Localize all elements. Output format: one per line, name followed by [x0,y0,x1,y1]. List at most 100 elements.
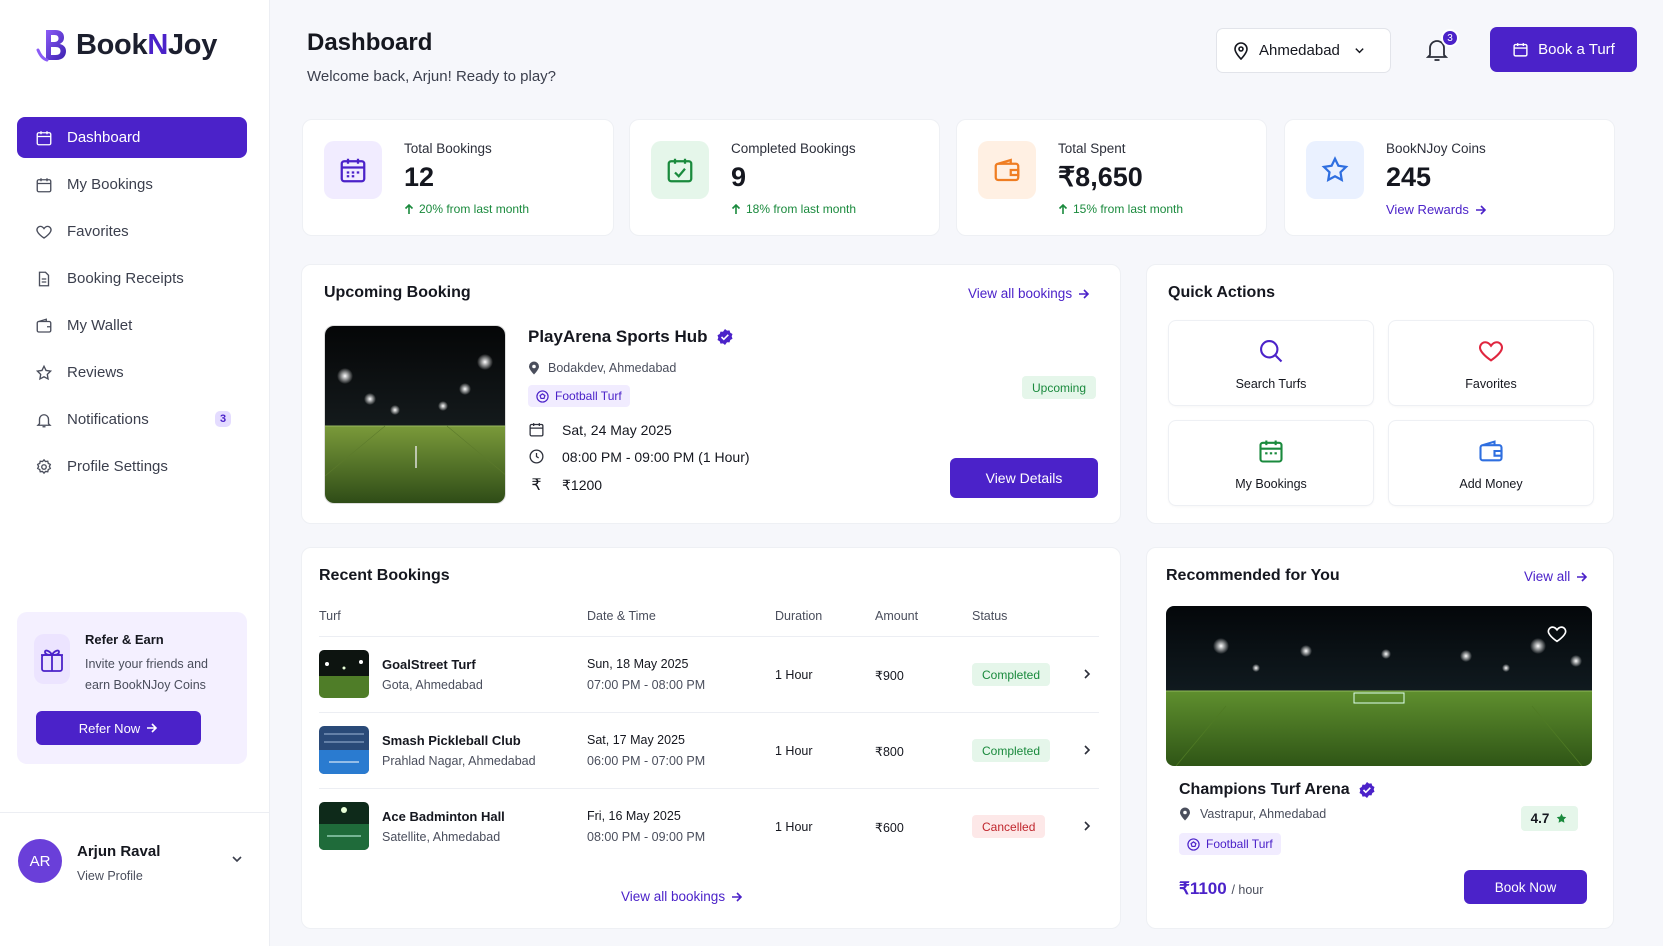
arrow-right-icon [732,891,743,902]
turf-thumbnail [319,726,369,774]
stat-value: 12 [404,162,435,192]
sidebar-item-label: Notifications [67,411,149,428]
location-selector[interactable]: Ahmedabad [1216,28,1391,73]
refer-now-button[interactable]: Refer Now [36,711,201,745]
sidebar-item-reviews[interactable]: Reviews [17,352,247,393]
sidebar-item-notifications[interactable]: Notifications 3 [17,399,247,440]
row-time: 07:00 PM - 08:00 PM [587,678,706,692]
stat-value: 245 [1386,162,1432,192]
turf-type-tag: Football Turf [1179,833,1281,855]
book-turf-button[interactable]: Book a Turf [1490,27,1637,72]
turf-image[interactable] [1166,606,1592,766]
page-title: Dashboard [307,29,433,56]
location-pin-icon [529,361,539,375]
table-row[interactable]: Smash Pickleball Club Prahlad Nagar, Ahm… [319,712,1099,788]
location-pin-icon [1180,807,1190,821]
refer-title: Refer & Earn [85,632,164,647]
sidebar-item-label: Reviews [67,364,124,381]
row-turf-name: GoalStreet Turf [382,657,476,672]
calendar-icon [324,141,382,199]
gear-icon [36,458,52,474]
wallet-icon [978,141,1036,199]
booking-price: ₹ ₹1200 [528,475,602,495]
booking-time: 08:00 PM - 09:00 PM (1 Hour) [528,448,750,465]
calendar-icon [1259,440,1283,463]
brand-name: BookNJoy [76,28,218,61]
refer-now-label: Refer Now [78,720,141,736]
row-turf-location: Satellite, Ahmedabad [382,830,501,844]
calendar-check-icon [651,141,709,199]
view-all-link[interactable]: View all [1524,569,1588,584]
sidebar-item-my-wallet[interactable]: My Wallet [17,305,247,346]
view-profile-link[interactable]: View Profile [77,869,143,883]
calendar-icon [36,177,52,192]
stat-label: Total Bookings [404,141,492,156]
stat-card-total-bookings: Total Bookings 12 20% from last month [302,119,614,236]
chevron-right-icon[interactable] [1081,744,1093,756]
quick-action-my-bookings[interactable]: My Bookings [1168,420,1374,506]
user-profile[interactable]: AR Arjun Raval View Profile [0,812,270,946]
avatar: AR [18,839,62,883]
table-row[interactable]: GoalStreet Turf Gota, Ahmedabad Sun, 18 … [319,636,1099,712]
column-header: Date & Time [587,609,656,623]
table-row[interactable]: Ace Badminton Hall Satellite, Ahmedabad … [319,788,1099,864]
turf-image[interactable] [324,325,506,504]
star-icon [35,364,53,380]
location-pin-icon [1234,41,1248,60]
stat-card-total-spent: Total Spent ₹8,650 15% from last month [956,119,1267,236]
sidebar-item-dashboard[interactable]: Dashboard [17,117,247,158]
sidebar-item-favorites[interactable]: Favorites [17,211,247,252]
chevron-right-icon[interactable] [1081,820,1093,832]
chevron-right-icon[interactable] [1081,668,1093,680]
sidebar-item-label: Profile Settings [67,458,168,475]
view-all-bookings-link[interactable]: View all bookings [968,286,1090,301]
view-all-bookings-link[interactable]: View all bookings [621,889,743,904]
arrow-up-icon [404,203,414,214]
turf-name[interactable]: Champions Turf Arena [1179,781,1376,799]
arrow-up-icon [731,203,741,214]
section-title: Recommended for You [1166,567,1340,584]
quick-action-search-turfs[interactable]: Search Turfs [1168,320,1374,406]
view-rewards-link[interactable]: View Rewards [1386,202,1487,217]
wallet-icon [36,317,52,333]
book-now-button[interactable]: Book Now [1464,870,1587,904]
row-turf-location: Prahlad Nagar, Ahmedabad [382,754,536,768]
section-title: Recent Bookings [319,567,450,584]
booking-date: Sat, 24 May 2025 [528,421,672,438]
sidebar-item-profile-settings[interactable]: Profile Settings [17,446,247,487]
turf-type-tag: Football Turf [528,385,630,407]
rating-badge: 4.7 [1521,806,1578,831]
logo-icon [36,30,66,62]
notification-badge: 3 [1441,29,1459,47]
row-amount: ₹600 [875,821,904,835]
stat-card-completed-bookings: Completed Bookings 9 18% from last month [629,119,940,236]
status-badge: Cancelled [972,815,1046,838]
column-header: Amount [875,609,919,623]
brand-logo[interactable]: BookNJoy [36,26,217,64]
arrow-up-icon [1058,203,1068,214]
quick-actions-card: Quick Actions Search Turfs Favorites My … [1146,264,1614,524]
row-turf-location: Gota, Ahmedabad [382,678,483,692]
quick-action-favorites[interactable]: Favorites [1388,320,1594,406]
book-turf-label: Book a Turf [1538,41,1615,58]
sidebar-item-my-bookings[interactable]: My Bookings [17,164,247,205]
column-header: Duration [775,609,823,623]
row-duration: 1 Hour [775,668,813,682]
chevron-down-icon[interactable] [231,853,243,865]
stat-label: Total Spent [1058,141,1126,156]
turf-price: ₹1100 / hour [1179,879,1264,898]
view-details-button[interactable]: View Details [950,458,1098,498]
sidebar-item-booking-receipts[interactable]: Booking Receipts [17,258,247,299]
turf-name[interactable]: PlayArena Sports Hub [528,327,734,347]
heart-icon[interactable] [1546,623,1568,645]
location-value: Ahmedabad [1259,42,1340,59]
turf-thumbnail [319,802,369,850]
refer-earn-card: Refer & Earn Invite your friends and ear… [17,612,247,764]
calendar-icon [529,423,544,437]
quick-action-add-money[interactable]: Add Money [1388,420,1594,506]
recent-bookings-card: Recent Bookings Turf Date & Time Duratio… [301,547,1121,929]
status-badge: Completed [972,739,1051,762]
receipt-icon [38,271,50,286]
turf-thumbnail [319,650,369,698]
wallet-icon [1479,440,1503,462]
